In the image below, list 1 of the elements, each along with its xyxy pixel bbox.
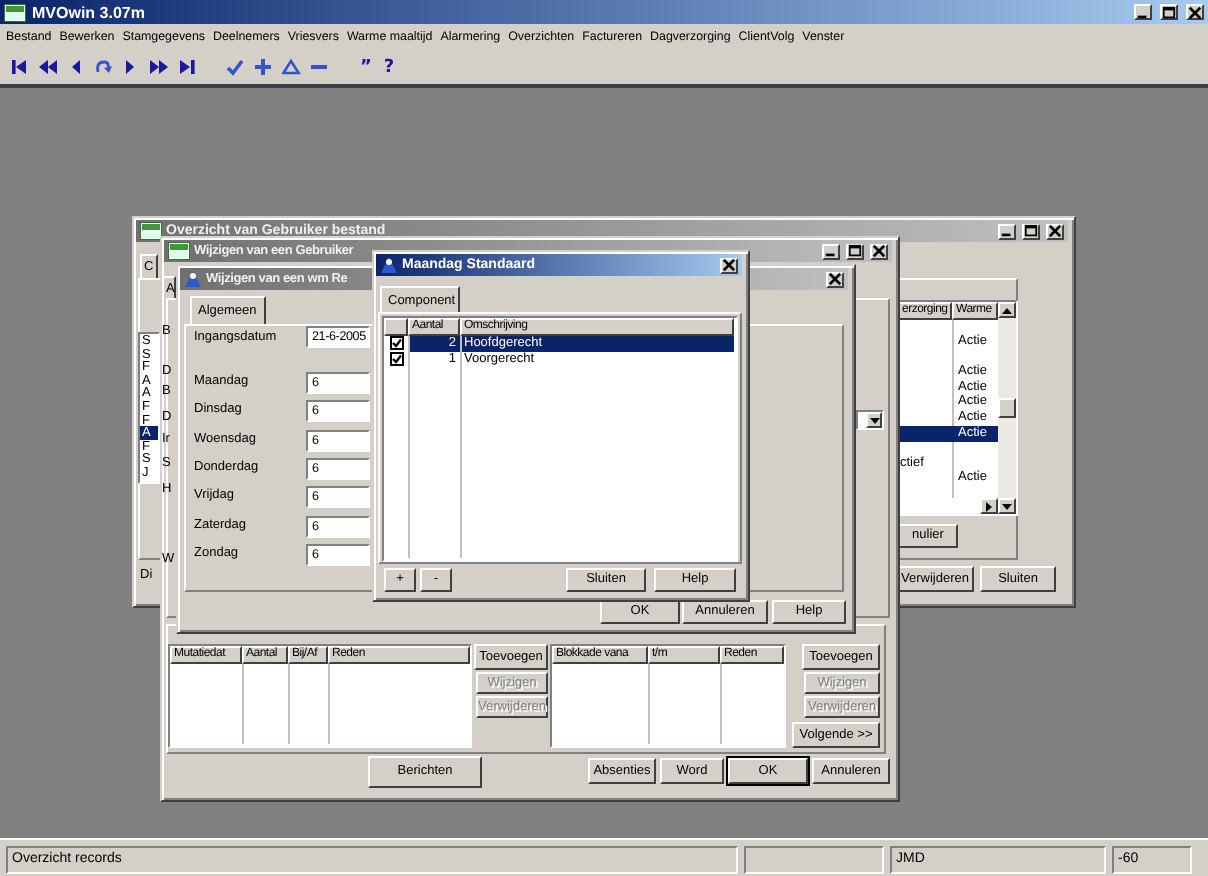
window-title: MVOwin 3.07m xyxy=(32,3,145,21)
